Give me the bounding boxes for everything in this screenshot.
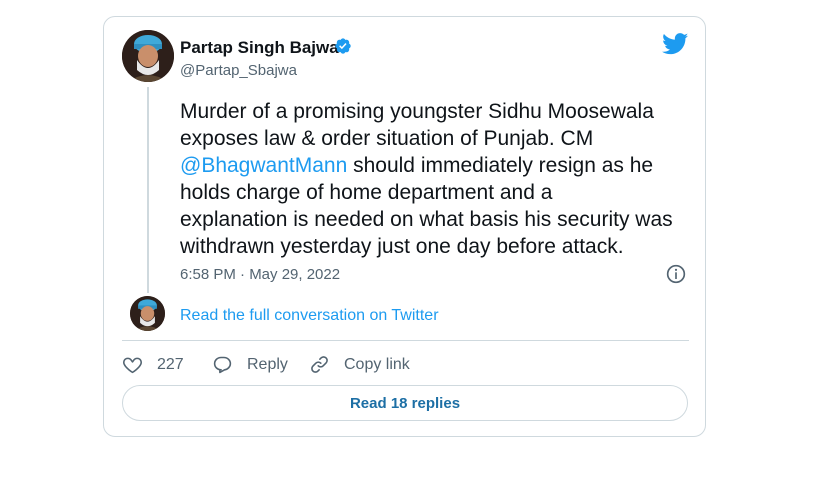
- tweet-card: Partap Singh Bajwa @Partap_Sbajwa Murder…: [103, 16, 706, 437]
- reply-bubble-icon: [213, 356, 232, 374]
- reply-avatar[interactable]: [130, 296, 165, 331]
- tweet-text-part: Murder of a promising youngster Sidhu Mo…: [180, 100, 654, 150]
- reply-label: Reply: [247, 355, 288, 373]
- heart-icon: [123, 357, 142, 374]
- link-icon: [311, 356, 328, 373]
- author-name[interactable]: Partap Singh Bajwa: [180, 38, 339, 58]
- like-count: 227: [157, 355, 184, 373]
- read-conversation-link[interactable]: Read the full conversation on Twitter: [180, 307, 439, 325]
- info-icon[interactable]: [666, 264, 686, 284]
- reply-button[interactable]: Reply: [212, 354, 288, 375]
- thread-line: [147, 87, 149, 293]
- read-replies-button[interactable]: Read 18 replies: [122, 385, 688, 421]
- twitter-bird-icon[interactable]: [662, 33, 689, 55]
- like-button[interactable]: 227: [122, 354, 184, 375]
- mention-link[interactable]: @BhagwantMann: [180, 154, 347, 177]
- verified-badge-icon: [335, 38, 351, 54]
- divider: [122, 340, 689, 341]
- tweet-timestamp[interactable]: 6:58 PM · May 29, 2022: [180, 266, 340, 283]
- author-handle[interactable]: @Partap_Sbajwa: [180, 62, 297, 79]
- copy-link-label: Copy link: [344, 355, 410, 373]
- author-avatar[interactable]: [122, 30, 174, 82]
- copy-link-button[interactable]: Copy link: [309, 354, 410, 375]
- tweet-text: Murder of a promising youngster Sidhu Mo…: [180, 98, 700, 260]
